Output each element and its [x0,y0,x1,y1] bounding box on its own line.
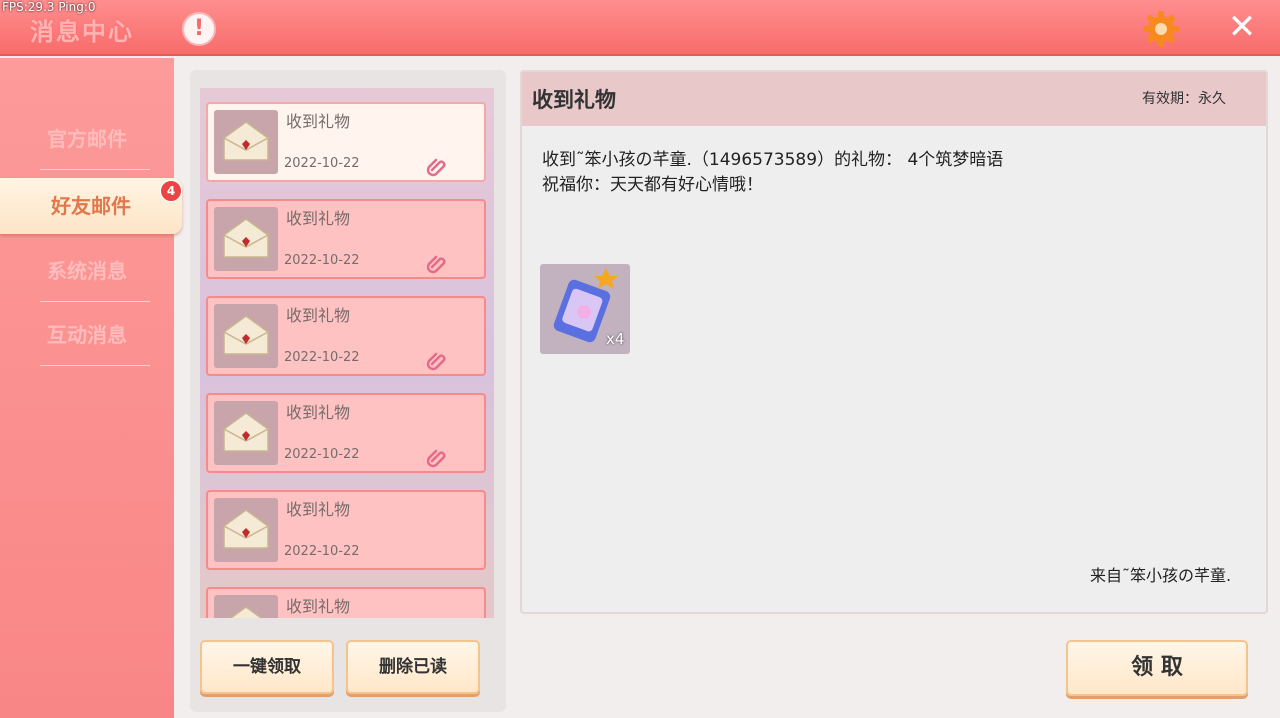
envelope-icon [214,304,278,368]
mail-date: 2022-10-22 [284,253,360,268]
mail-detail-title: 收到礼物 [532,88,616,112]
sidebar-item-friend-mail[interactable]: 好友邮件 [0,178,182,234]
attachment-icon [426,251,450,275]
mail-list-item[interactable]: 收到礼物 2022-10-22 [206,199,486,279]
validity-label: 有效期：永久 [1142,91,1226,107]
envelope-icon [214,595,278,618]
sidebar-item-interaction-messages[interactable]: 互动消息 [0,310,174,366]
divider [40,169,150,170]
envelope-icon [214,401,278,465]
envelope-icon [214,110,278,174]
attachment-icon [426,348,450,372]
attachment-icon [426,445,450,469]
mail-list-item[interactable]: 收到礼物 2022-10-22 [206,102,486,182]
unread-badge: 4 [160,180,182,202]
item-quantity: x4 [606,330,625,348]
mail-title: 收到礼物 [286,112,351,131]
claim-all-button[interactable]: 一键领取 [200,640,334,694]
sidebar-item-official-mail[interactable]: 官方邮件 [0,114,174,170]
mail-list-item[interactable]: 收到礼物 2022-10-22 [206,393,486,473]
mail-date: 2022-10-22 [284,544,360,559]
fps-overlay: FPS:29.3 Ping:0 [2,0,96,14]
mail-list-item[interactable]: 收到礼物 2022-10-22 [206,490,486,570]
mail-list-item[interactable]: 收到礼物 2022-10-22 [206,296,486,376]
sidebar-item-system-messages[interactable]: 系统消息 [0,246,174,302]
sidebar-item-label: 官方邮件 [47,127,127,151]
mail-date: 2022-10-22 [284,447,360,462]
delete-read-button[interactable]: 删除已读 [346,640,480,694]
page-title: 消息中心 [30,18,134,46]
sidebar-item-label: 互动消息 [47,323,127,347]
mail-title: 收到礼物 [286,403,351,422]
mail-list-item[interactable]: 收到礼物 [206,587,486,618]
mail-date: 2022-10-22 [284,156,360,171]
gear-icon[interactable] [1141,9,1181,49]
sender-label: 来自˜笨小孩の芊童. [1090,566,1232,585]
envelope-icon [214,207,278,271]
sidebar-item-label: 好友邮件 [51,194,131,218]
mail-date: 2022-10-22 [284,350,360,365]
mail-title: 收到礼物 [286,209,351,228]
close-icon[interactable]: ✕ [1226,10,1258,44]
attachment-icon [426,154,450,178]
mail-title: 收到礼物 [286,597,351,616]
sidebar-item-label: 系统消息 [47,259,127,283]
claim-button[interactable]: 领 取 [1066,640,1248,696]
alert-icon[interactable]: ! [182,12,216,46]
mail-title: 收到礼物 [286,306,351,325]
divider [40,365,150,366]
mail-body-line: 收到˜笨小孩の芊童.（1496573589）的礼物： 4个筑梦暗语 [542,150,1004,170]
divider [40,301,150,302]
mail-list[interactable]: 收到礼物 2022-10-22 收到礼物 2022-10-22 收到礼物 202… [200,88,494,618]
mail-body-line: 祝福你：天天都有好心情哦！ [542,175,763,195]
mail-title: 收到礼物 [286,500,351,519]
envelope-icon [214,498,278,562]
